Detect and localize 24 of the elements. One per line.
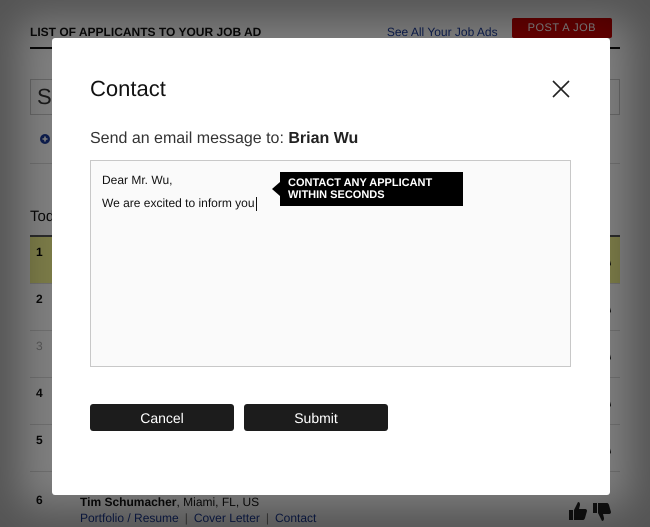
applicant-info: Tim Schumacher, Miami, FL, US [80, 495, 260, 509]
job-ads-link[interactable]: See All Your Job Ads [386, 25, 498, 39]
row-number: 6 [36, 493, 44, 507]
row-number: 1 [36, 245, 44, 259]
thumbs-down-icon[interactable] [592, 501, 612, 523]
row-number: 4 [36, 386, 44, 400]
post-job-button[interactable]: POST A JOB [512, 18, 612, 38]
applicant-link[interactable]: Contact [275, 511, 316, 525]
tooltip: CONTACT ANY APPLICANT WITHIN SECONDS [272, 172, 463, 206]
cancel-button[interactable]: Cancel [90, 404, 234, 431]
applicant-link[interactable]: Portfolio / Resume [80, 511, 179, 525]
link-separator: | [184, 511, 188, 525]
recipient-prompt: Send an email message to: Brian Wu [90, 130, 360, 148]
plus-circle-icon[interactable] [40, 134, 50, 144]
thumbs-up-icon[interactable] [568, 501, 588, 521]
applicant-row[interactable]: 6 Tim Schumacher, Miami, FL, US Portfolio / Resume | Cover Letter | Contact [30, 472, 620, 527]
page-title: LIST OF APPLICANTS TO YOUR JOB AD [30, 25, 262, 39]
close-icon[interactable] [552, 80, 570, 98]
row-number: 2 [36, 292, 44, 306]
link-separator: | [266, 511, 269, 525]
dialog-title: Contact [90, 76, 166, 102]
submit-button[interactable]: Submit [244, 404, 388, 431]
applicant-link[interactable]: Cover Letter [194, 511, 260, 525]
row-number: 5 [36, 433, 44, 447]
